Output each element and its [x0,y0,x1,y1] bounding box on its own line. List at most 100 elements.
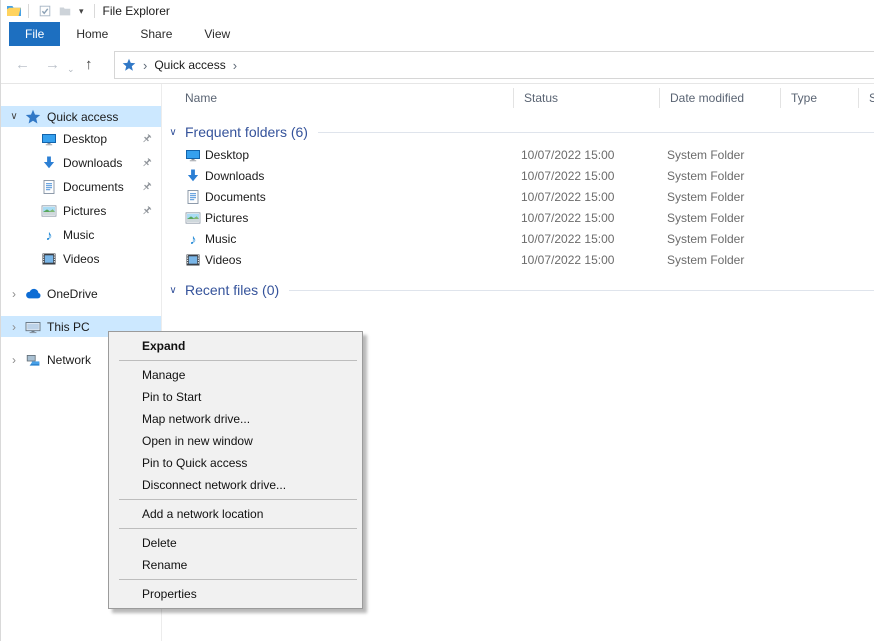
titlebar: ▾ File Explorer [1,0,874,22]
properties-check-icon [38,4,52,18]
tab-view[interactable]: View [188,22,246,46]
desktop-icon [41,131,57,147]
file-name: Pictures [205,211,248,225]
group-header-frequent-folders[interactable]: ∨Frequent folders (6) [162,120,874,144]
date-modified-cell: 10/07/2022 15:00 [513,169,659,183]
type-cell: System Folder [659,253,780,267]
tab-share[interactable]: Share [124,22,188,46]
group-title: Recent files (0) [185,282,279,298]
column-header-date-modified[interactable]: Date modified [659,88,780,108]
chevron-down-icon[interactable]: ∨ [165,285,181,296]
date-modified-cell: 10/07/2022 15:00 [513,148,659,162]
group-rule [318,132,874,133]
menu-item-manage[interactable]: Manage [109,364,362,386]
sidebar-item-documents[interactable]: Documents [1,175,161,199]
back-button[interactable]: ← [15,55,30,75]
menu-item-delete[interactable]: Delete [109,532,362,554]
column-header-size[interactable]: Size [858,88,874,108]
sidebar-item-label: This PC [47,320,90,334]
column-header-type[interactable]: Type [780,88,858,108]
window-title: File Explorer [103,4,170,18]
up-button[interactable]: ↑ [85,55,93,75]
new-folder-icon [58,4,72,18]
videos-icon [185,252,201,268]
tab-file[interactable]: File [9,22,60,46]
tab-home[interactable]: Home [60,22,124,46]
menu-item-add-a-network-location[interactable]: Add a network location [109,503,362,525]
navigation-bar: ← → ⌄ ↑ › Quick access › [1,46,874,84]
type-cell: System Folder [659,232,780,246]
file-name-cell: Pictures [162,210,513,226]
group-rule [289,290,874,291]
menu-item-pin-to-start[interactable]: Pin to Start [109,386,362,408]
menu-item-open-in-new-window[interactable]: Open in new window [109,430,362,452]
network-icon [25,352,41,368]
videos-icon [41,251,57,267]
chevron-down-icon[interactable]: ∨ [165,127,181,138]
pin-icon [140,133,153,146]
sidebar-gap [1,271,161,283]
file-row-documents[interactable]: Documents10/07/2022 15:00System Folder [162,186,874,207]
file-row-desktop[interactable]: Desktop 10/07/2022 15:00System Folder [162,144,874,165]
sidebar-item-music[interactable]: ♪Music [1,223,161,247]
menu-item-rename[interactable]: Rename [109,554,362,576]
titlebar-separator [28,4,29,18]
date-modified-cell: 10/07/2022 15:00 [513,253,659,267]
file-row-videos[interactable]: Videos 10/07/2022 15:00System Folder [162,249,874,270]
breadcrumb-quick-access[interactable]: Quick access [154,58,225,72]
file-row-pictures[interactable]: Pictures10/07/2022 15:00System Folder [162,207,874,228]
menu-item-properties[interactable]: Properties [109,583,362,605]
file-name: Videos [205,253,241,267]
menu-separator [119,579,357,580]
quick-access-star-icon [122,58,136,72]
menu-item-map-network-drive[interactable]: Map network drive... [109,408,362,430]
qat-new-folder-button[interactable] [55,3,75,19]
file-name: Desktop [205,148,249,162]
chevron-down-icon[interactable]: ∨ [7,111,21,122]
file-name-cell: ♪Music [162,231,513,247]
sidebar-item-videos[interactable]: Videos [1,247,161,271]
menu-separator [119,360,357,361]
qat-customize-button[interactable]: ▾ [75,7,88,16]
column-header-row: NameStatusDate modifiedTypeSize [162,84,874,112]
sidebar-item-onedrive[interactable]: › OneDrive [1,283,161,304]
file-row-music[interactable]: ♪Music10/07/2022 15:00System Folder [162,228,874,249]
forward-button[interactable]: → [45,55,60,75]
type-cell: System Folder [659,211,780,225]
music-icon: ♪ [185,231,201,247]
type-cell: System Folder [659,148,780,162]
qat-properties-button[interactable] [35,3,55,19]
file-row-downloads[interactable]: Downloads10/07/2022 15:00System Folder [162,165,874,186]
sidebar-item-pictures[interactable]: Pictures [1,199,161,223]
date-modified-cell: 10/07/2022 15:00 [513,190,659,204]
sidebar-item-label: OneDrive [47,287,98,301]
menu-item-expand[interactable]: Expand [109,335,362,357]
column-header-status[interactable]: Status [513,88,659,108]
downloads-icon [41,155,57,171]
menu-item-disconnect-network-drive[interactable]: Disconnect network drive... [109,474,362,496]
documents-icon [185,189,201,205]
sidebar-item-desktop[interactable]: Desktop [1,127,161,151]
pin-icon [140,205,153,218]
breadcrumb-chevron-icon[interactable]: › [226,58,244,73]
file-name-cell: Downloads [162,168,513,184]
column-header-name[interactable]: Name [162,88,513,108]
pictures-icon [41,203,57,219]
address-bar[interactable]: › Quick access › [114,51,874,79]
sidebar-item-downloads[interactable]: Downloads [1,151,161,175]
menu-item-pin-to-quick-access[interactable]: Pin to Quick access [109,452,362,474]
sidebar-item-label: Network [47,353,91,367]
context-menu: Expand ManagePin to StartMap network driv… [108,331,363,609]
chevron-right-icon[interactable]: › [7,320,21,334]
group-header-recent-files[interactable]: ∨ Recent files (0) [162,278,874,302]
breadcrumb-chevron-icon[interactable]: › [136,58,154,73]
chevron-right-icon[interactable]: › [7,353,21,367]
music-icon: ♪ [41,227,57,243]
file-name-cell: Videos [162,252,513,268]
recent-locations-caret[interactable]: ⌄ [67,59,75,79]
onedrive-icon [25,286,41,302]
quick-access-star-icon [25,109,41,125]
date-modified-cell: 10/07/2022 15:00 [513,232,659,246]
chevron-right-icon[interactable]: › [7,287,21,301]
sidebar-item-quick-access[interactable]: ∨Quick access [1,106,161,127]
